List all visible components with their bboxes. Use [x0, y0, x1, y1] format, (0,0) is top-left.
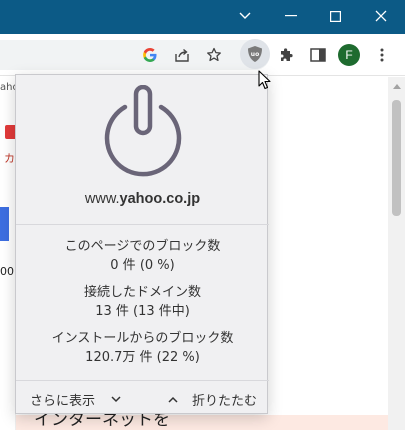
maximize-button[interactable] — [313, 0, 358, 32]
menu-button[interactable] — [372, 45, 392, 65]
scrollbar-thumb[interactable] — [392, 100, 401, 216]
browser-toolbar: uo F — [0, 34, 405, 76]
collapse-label: 折りたたむ — [191, 394, 257, 409]
close-icon — [375, 10, 386, 22]
page-blue-block[interactable] — [0, 207, 9, 241]
puzzle-icon — [281, 48, 293, 61]
extensions-button[interactable] — [276, 45, 296, 65]
side-panel-button[interactable] — [308, 45, 328, 65]
ublock-shield-icon: uo — [248, 46, 262, 62]
stat-blocked-since-install: インストールからのブロック数 120.7万 件 (22 %) — [16, 329, 269, 367]
share-icon — [175, 48, 189, 62]
minimize-icon — [284, 15, 297, 17]
domain-host: yahoo.co.jp — [119, 191, 201, 207]
bookmark-button[interactable] — [204, 45, 224, 65]
stat-value: 120.7万 件 (22 %) — [85, 350, 200, 365]
close-button[interactable] — [358, 0, 403, 32]
power-icon — [104, 84, 182, 177]
google-lens-icon[interactable] — [140, 45, 160, 65]
chevron-down-icon — [111, 396, 121, 403]
more-label: さらに表示 — [30, 394, 96, 409]
chevron-down-icon — [239, 12, 250, 19]
svg-text:uo: uo — [251, 51, 259, 58]
popup-footer: さらに表示 折りたたむ — [16, 381, 269, 414]
ublock-popup: www.yahoo.co.jp このページでのブロック数 0 件 (0 %) 接… — [15, 74, 269, 414]
power-toggle[interactable] — [97, 84, 189, 181]
side-panel-icon — [310, 48, 326, 62]
kebab-menu-icon — [380, 48, 384, 62]
scroll-up-icon[interactable] — [393, 84, 401, 89]
stat-label: インストールからのブロック数 — [51, 331, 234, 346]
title-bar — [0, 0, 405, 34]
star-icon — [207, 47, 221, 62]
page-link-fragment[interactable]: カ — [4, 150, 15, 166]
site-domain: www.yahoo.co.jp — [16, 191, 269, 207]
address-bar[interactable] — [0, 40, 270, 70]
profile-avatar[interactable]: F — [338, 44, 360, 66]
stat-label: このページでのブロック数 — [64, 239, 221, 254]
mouse-cursor-icon — [258, 70, 272, 94]
stat-value: 13 件 (13 件中) — [95, 304, 190, 319]
share-button[interactable] — [172, 45, 192, 65]
collapse-button[interactable]: 折りたたむ — [168, 390, 257, 409]
maximize-icon — [330, 10, 341, 22]
google-icon — [143, 48, 157, 62]
minimize-button[interactable] — [268, 0, 313, 32]
stat-domains-connected: 接続したドメイン数 13 件 (13 件中) — [16, 283, 269, 321]
stat-value: 0 件 (0 %) — [110, 258, 175, 273]
stat-blocked-this-page: このページでのブロック数 0 件 (0 %) — [16, 237, 269, 275]
page-number-fragment: 00 — [0, 265, 14, 278]
more-button[interactable]: さらに表示 — [30, 390, 121, 409]
stat-label: 接続したドメイン数 — [83, 285, 201, 300]
divider — [16, 224, 269, 225]
ublock-origin-button[interactable]: uo — [240, 39, 270, 69]
tab-search-button[interactable] — [222, 0, 267, 32]
chevron-up-icon — [168, 396, 178, 403]
domain-prefix: www. — [84, 191, 120, 207]
